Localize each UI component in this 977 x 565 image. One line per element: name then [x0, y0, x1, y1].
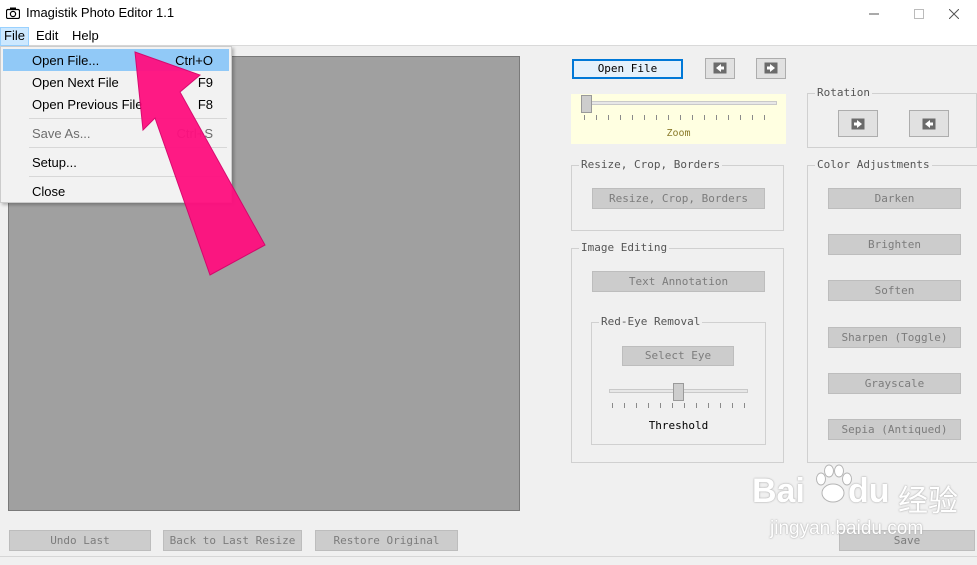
resize-crop-borders-button[interactable]: Resize, Crop, Borders — [592, 188, 765, 209]
menu-item-save-as[interactable]: Save As... Ctrl+S — [3, 122, 229, 144]
arrow-left-icon — [713, 62, 727, 74]
sepia-button[interactable]: Sepia (Antiqued) — [828, 419, 961, 440]
resize-crop-group: Resize, Crop, Borders Resize, Crop, Bord… — [571, 158, 784, 231]
menu-item-open-file[interactable]: Open File... Ctrl+O — [3, 49, 229, 71]
menu-edit[interactable]: Edit — [33, 27, 61, 46]
menu-item-label: Open File... — [32, 53, 100, 68]
minimize-button[interactable] — [851, 0, 897, 27]
zoom-ticks — [584, 115, 776, 120]
menu-item-shortcut: Ctrl+S — [176, 126, 213, 141]
restore-original-button[interactable]: Restore Original — [315, 530, 458, 551]
menu-item-setup[interactable]: Setup... — [3, 151, 229, 173]
rotate-left-button[interactable] — [909, 110, 949, 137]
select-eye-button[interactable]: Select Eye — [622, 346, 734, 366]
image-editing-title: Image Editing — [579, 241, 670, 254]
zoom-panel: Zoom — [571, 94, 786, 144]
watermark-cn: 经验 — [898, 485, 958, 518]
menu-item-shortcut: Ctrl+O — [175, 53, 213, 68]
menu-separator — [29, 147, 227, 148]
rotate-left-icon — [922, 118, 936, 130]
zoom-slider-track[interactable] — [581, 101, 777, 105]
threshold-label: Threshold — [648, 419, 709, 432]
menu-bar: File Edit Help — [0, 27, 977, 46]
menu-item-shortcut: F9 — [197, 75, 213, 90]
color-adjustments-title: Color Adjustments — [815, 158, 932, 171]
rotate-right-button[interactable] — [838, 110, 878, 137]
menu-item-label: Open Next File — [32, 75, 119, 90]
maximize-icon — [914, 9, 924, 19]
camera-icon — [6, 7, 20, 19]
text-annotation-button[interactable]: Text Annotation — [592, 271, 765, 292]
menu-help[interactable]: Help — [69, 27, 102, 46]
brighten-button[interactable]: Brighten — [828, 234, 961, 255]
menu-item-open-next-file[interactable]: Open Next File F9 — [3, 71, 229, 93]
menu-item-label: Setup... — [32, 155, 77, 170]
menu-item-label: Open Previous File — [32, 97, 143, 112]
sharpen-toggle-button[interactable]: Sharpen (Toggle) — [828, 327, 961, 348]
arrow-right-icon — [764, 62, 778, 74]
menu-item-open-previous-file[interactable]: Open Previous File F8 — [3, 93, 229, 115]
minimize-icon — [869, 13, 879, 15]
file-dropdown-menu: Open File... Ctrl+O Open Next File F9 Op… — [0, 46, 232, 203]
paw-icon — [816, 464, 852, 503]
menu-file[interactable]: File — [0, 27, 29, 46]
menu-item-close[interactable]: Close — [3, 180, 229, 202]
title-bar: Imagistik Photo Editor 1.1 — [0, 0, 977, 27]
save-button[interactable]: Save — [839, 530, 975, 551]
image-editing-group: Image Editing Text Annotation Red-Eye Re… — [571, 241, 784, 463]
undo-last-button[interactable]: Undo Last — [9, 530, 151, 551]
zoom-label: Zoom — [666, 128, 691, 139]
open-file-button[interactable]: Open File — [572, 59, 683, 79]
threshold-ticks — [612, 403, 748, 408]
threshold-slider-thumb[interactable] — [673, 383, 684, 401]
rotation-title: Rotation — [815, 86, 872, 99]
grayscale-button[interactable]: Grayscale — [828, 373, 961, 394]
close-window-button[interactable] — [931, 0, 977, 27]
watermark-brand-2: du — [848, 472, 890, 510]
zoom-slider-thumb[interactable] — [581, 95, 592, 113]
resize-group-title: Resize, Crop, Borders — [579, 158, 723, 171]
previous-file-button[interactable] — [705, 58, 735, 79]
red-eye-group: Red-Eye Removal Select Eye Threshold — [591, 315, 766, 445]
color-adjustments-group: Color Adjustments Darken Brighten Soften… — [807, 158, 977, 463]
menu-separator — [29, 176, 227, 177]
back-to-last-resize-button[interactable]: Back to Last Resize — [163, 530, 302, 551]
status-bar — [0, 556, 977, 565]
rotation-group: Rotation — [807, 86, 977, 148]
window-title: Imagistik Photo Editor 1.1 — [26, 5, 175, 20]
darken-button[interactable]: Darken — [828, 188, 961, 209]
close-icon — [949, 9, 959, 19]
menu-separator — [29, 118, 227, 119]
red-eye-title: Red-Eye Removal — [599, 315, 703, 328]
next-file-button[interactable] — [756, 58, 786, 79]
soften-button[interactable]: Soften — [828, 280, 961, 301]
menu-item-label: Save As... — [32, 126, 91, 141]
menu-item-shortcut: F8 — [197, 97, 213, 112]
menu-item-label: Close — [32, 184, 66, 199]
rotate-right-icon — [851, 118, 865, 130]
watermark-brand: Bai — [752, 472, 805, 510]
